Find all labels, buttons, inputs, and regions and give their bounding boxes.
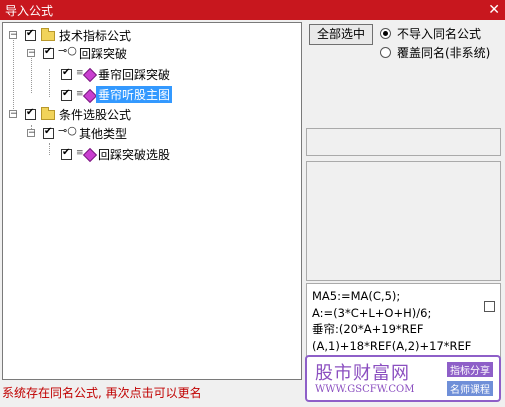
node-checkbox[interactable]: [61, 67, 72, 80]
formula-icon: [82, 147, 98, 163]
key-icon: ⊸○: [58, 124, 77, 137]
doc-icon: ≡: [76, 68, 84, 78]
description-panel: [306, 161, 501, 281]
folder-icon: [41, 28, 55, 41]
collapse-icon[interactable]: −: [9, 31, 18, 40]
name-field[interactable]: [306, 128, 501, 156]
overwrite-radio[interactable]: [380, 47, 391, 58]
node-checkbox[interactable]: [43, 46, 54, 59]
tree-node-screener[interactable]: − 条件选股公式: [3, 105, 293, 123]
node-label: 其他类型: [79, 127, 128, 141]
watermark-name: 股市财富网: [315, 363, 410, 384]
formula-icon: [82, 88, 98, 104]
title-bar: 导入公式 ✕: [0, 0, 505, 20]
tree-node-formula[interactable]: ≡ 回踩突破选股: [3, 144, 293, 163]
watermark-tag: 指标分享: [447, 362, 493, 377]
doc-icon: ≡: [76, 148, 84, 158]
tree-node-formula-selected[interactable]: ≡ 垂帘听股主图: [3, 85, 293, 104]
node-label: 回踩突破: [79, 47, 128, 61]
node-label: 技术指标公式: [59, 29, 132, 43]
collapse-icon[interactable]: −: [27, 49, 36, 58]
formula-line: 垂帘:(20*A+19*REF: [312, 322, 424, 336]
node-label: 垂帘回踩突破: [98, 68, 171, 82]
preview-checkbox[interactable]: [484, 301, 495, 312]
node-label: 回踩突破选股: [98, 148, 171, 162]
folder-icon: [41, 107, 55, 120]
formula-line: MA5:=MA(C,5);: [312, 289, 401, 303]
watermark-tag: 名师课程: [447, 381, 493, 396]
node-label: 垂帘听股主图: [96, 86, 173, 103]
node-checkbox[interactable]: [25, 107, 36, 120]
node-checkbox[interactable]: [43, 126, 54, 139]
watermark-logo: 股市财富网 WWW.GSCFW.COM 指标分享 名师课程: [305, 355, 501, 402]
formula-icon: [82, 67, 98, 83]
window-title: 导入公式: [5, 4, 54, 18]
node-label: 条件选股公式: [59, 108, 132, 122]
no-import-label: 不导入同名公式: [397, 27, 482, 41]
key-icon: ⊸○: [58, 44, 77, 57]
select-all-button[interactable]: 全部选中: [309, 24, 373, 45]
node-checkbox[interactable]: [61, 88, 72, 101]
tree-node-indicators[interactable]: − 技术指标公式: [3, 26, 293, 44]
overwrite-label: 覆盖同名(非系统): [397, 46, 491, 60]
formula-tree[interactable]: − 技术指标公式 − ⊸○ 回踩突破 ≡ 垂帘回踩突破 ≡ 垂帘听股主图 − 条…: [2, 22, 302, 380]
watermark-url: WWW.GSCFW.COM: [315, 384, 415, 395]
node-checkbox[interactable]: [25, 28, 36, 41]
status-message: 系统存在同名公式, 再次点击可以更名: [2, 386, 202, 400]
formula-text: MA5:=MA(C,5); A:=(3*C+L+O+H)/6; 垂帘:(20*A+1…: [312, 288, 471, 354]
tree-node-other[interactable]: − ⊸○ 其他类型: [3, 124, 293, 142]
close-icon[interactable]: ✕: [488, 0, 500, 20]
doc-icon: ≡: [76, 89, 84, 99]
formula-line: (A,1)+18*REF(A,2)+17*REF: [312, 338, 472, 353]
collapse-icon[interactable]: −: [9, 110, 18, 119]
formula-line: A:=(3*C+L+O+H)/6;: [312, 305, 432, 320]
collapse-icon[interactable]: −: [27, 129, 36, 138]
tree-node-formula[interactable]: ≡ 垂帘回踩突破: [3, 64, 293, 83]
node-checkbox[interactable]: [61, 147, 72, 160]
tree-node-pullback[interactable]: − ⊸○ 回踩突破: [3, 44, 293, 62]
no-import-radio[interactable]: [380, 28, 391, 39]
